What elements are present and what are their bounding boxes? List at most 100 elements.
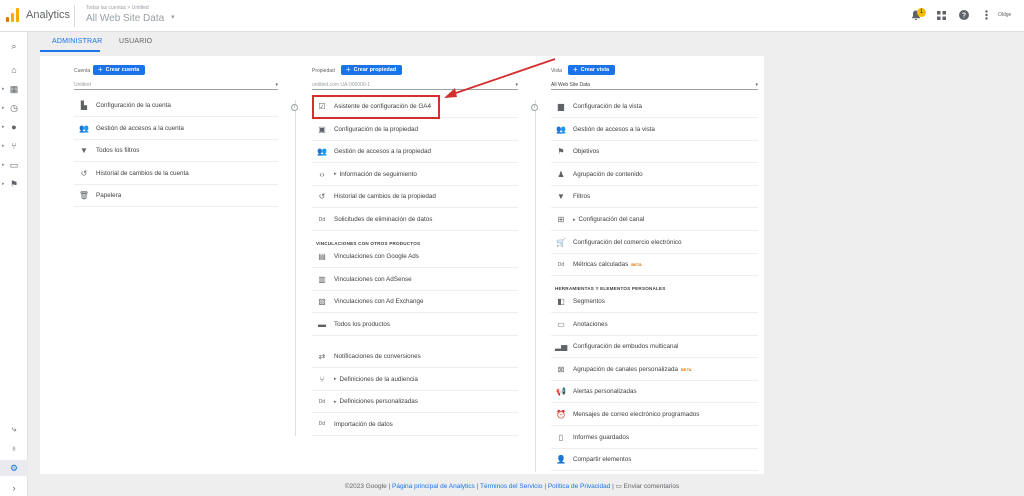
- help-icon[interactable]: ?: [958, 9, 970, 21]
- list-item-label: Objetivos: [573, 148, 600, 156]
- bar-chart-icon: ▂▅: [555, 342, 568, 352]
- list-item[interactable]: 👤 Compartir elementos: [551, 449, 758, 472]
- more-vert-icon[interactable]: [980, 9, 992, 21]
- create-account-button[interactable]: + Crear cuenta: [93, 65, 146, 75]
- dd-icon: Dd: [318, 398, 326, 405]
- list-item[interactable]: ‹› ▸ Información de seguimiento: [312, 164, 518, 186]
- adexchange-icon: ▧: [318, 297, 326, 307]
- column-divider: [295, 100, 296, 436]
- dashboard-icon[interactable]: ▸ ▦: [0, 81, 28, 97]
- feedback-link[interactable]: Enviar comentarios: [624, 483, 680, 490]
- left-nav: ⌕ ⌂ ▸ ▦ ▸ ◷ ▸ ● ▸ ⑂ ▸ ▭ ▸ ⚑ ⤷ ♁ ⚙ ›: [0, 32, 28, 496]
- list-item-label: Importación de datos: [334, 420, 393, 428]
- analytics-home-link[interactable]: Página principal de Analytics: [392, 483, 475, 490]
- list-item[interactable]: ▧ Vinculaciones con Ad Exchange: [312, 291, 518, 314]
- dd-icon: Dd: [318, 216, 326, 223]
- tab-usuario[interactable]: USUARIO: [119, 38, 152, 45]
- list-item[interactable]: 👥 Gestión de accesos a la cuenta: [74, 118, 278, 140]
- code-icon: ‹›: [319, 169, 325, 179]
- collapse-icon[interactable]: ‹: [531, 104, 538, 111]
- clock-icon[interactable]: ▸ ◷: [0, 100, 28, 116]
- list-item-label: Informes guardados: [573, 433, 630, 441]
- dd-icon: Dd: [557, 261, 565, 268]
- list-item[interactable]: ▥ Vinculaciones con AdSense: [312, 269, 518, 291]
- search-icon[interactable]: ⌕: [0, 38, 28, 54]
- link-icon[interactable]: ⤷: [0, 421, 28, 437]
- account-selector[interactable]: Untitled ▾: [74, 80, 278, 90]
- list-item-label: Notificaciones de conversiones: [334, 353, 421, 360]
- list-item-label: Configuración del canal: [578, 216, 645, 223]
- view-selector[interactable]: All Web Site Data: [86, 13, 164, 24]
- adsense-icon: ▥: [318, 274, 326, 284]
- list-item-label: Configuración del comercio electrónico: [573, 238, 682, 246]
- list-item[interactable]: Dd ▸ Definiciones personalizadas: [312, 391, 518, 414]
- branch-icon[interactable]: ▸ ⑂: [0, 138, 28, 154]
- list-item[interactable]: ▤ Vinculaciones con Google Ads: [312, 246, 518, 268]
- app-title[interactable]: Analytics: [26, 9, 70, 21]
- list-item[interactable]: ◧ Segmentos: [551, 291, 758, 313]
- highlight-box: [312, 95, 440, 119]
- list-item[interactable]: Dd Importación de datos: [312, 414, 518, 436]
- window-icon: ▣: [318, 124, 326, 134]
- saved-report-icon: ▯: [558, 432, 564, 442]
- flag-icon[interactable]: ▸ ⚑: [0, 176, 28, 192]
- display-icon[interactable]: ▸ ▭: [0, 157, 28, 173]
- plus-icon: +: [573, 65, 578, 74]
- analytics-logo-icon[interactable]: [6, 8, 20, 22]
- account-path[interactable]: Todas las cuentas > Untitled: [86, 5, 149, 11]
- notification-badge: 1: [917, 8, 926, 17]
- list-item[interactable]: ⏰ Mensajes de correo electrónico programa…: [551, 404, 758, 426]
- list-item[interactable]: ↺ Historial de cambios de la cuenta: [74, 163, 278, 185]
- gear-icon[interactable]: ⚙: [0, 460, 28, 476]
- list-item[interactable]: ▼ Todos los filtros: [74, 140, 278, 163]
- list-item[interactable]: Dd Métricas calculadas BETA: [551, 254, 758, 277]
- create-view-button[interactable]: + Crear vista: [568, 65, 616, 75]
- list-item[interactable]: ⊞ ▸ Configuración del canal: [551, 209, 758, 231]
- apps-icon[interactable]: [935, 9, 947, 21]
- terms-link[interactable]: Términos del Servicio: [480, 483, 543, 490]
- list-item[interactable]: 👥 Gestión de accesos a la vista: [551, 119, 758, 141]
- list-item[interactable]: 📢 Alertas personalizadas: [551, 381, 758, 404]
- list-item[interactable]: ⚑ Objetivos: [551, 141, 758, 164]
- tab-administrar[interactable]: ADMINISTRAR: [52, 38, 102, 45]
- person-walk-icon: ♟: [557, 169, 565, 179]
- create-property-button[interactable]: + Crear propiedad: [341, 65, 403, 75]
- plus-icon: +: [98, 65, 103, 74]
- feedback-icon[interactable]: ▭: [616, 483, 622, 490]
- footer: ©2023 Google | Página principal de Analy…: [344, 483, 680, 490]
- list-item[interactable]: ⑂ ▸ Definiciones de la audiencia: [312, 369, 518, 391]
- list-item[interactable]: ▆ Configuración de la vista: [551, 96, 758, 118]
- list-item[interactable]: 🗑 Papelera: [74, 185, 278, 208]
- channel-icon: ⊞: [557, 215, 565, 224]
- view-column-selector[interactable]: All Web Site Data ▾: [551, 80, 758, 90]
- annotation-icon: ▭: [557, 319, 565, 329]
- list-item[interactable]: ▯ Informes guardados: [551, 427, 758, 449]
- chevron-down-icon[interactable]: ▾: [171, 13, 175, 21]
- list-item[interactable]: 👥 Gestión de accesos a la propiedad: [312, 141, 518, 164]
- collapse-icon[interactable]: ‹: [291, 104, 298, 111]
- beta-badge: BETA: [631, 262, 642, 268]
- list-item[interactable]: ▣ Configuración de la propiedad: [312, 119, 518, 141]
- list-item-label: Configuración de la cuenta: [96, 102, 171, 109]
- list-item[interactable]: ▬ Todos los productos: [312, 314, 518, 336]
- list-item-label: Información de seguimiento: [339, 170, 417, 178]
- list-item[interactable]: Dd Solicitudes de eliminación de datos: [312, 209, 518, 231]
- history-icon: ↺: [318, 192, 326, 202]
- list-item[interactable]: 🛒 Configuración del comercio electrónico: [551, 232, 758, 254]
- list-item[interactable]: ▂▅ Configuración de embudos multicanal: [551, 336, 758, 359]
- expand-arrow-icon: ▸: [334, 171, 337, 178]
- list-item[interactable]: ⊠ Agrupación de canales personalizada BETA: [551, 359, 758, 381]
- list-item[interactable]: ▼ Filtros: [551, 186, 758, 209]
- list-item[interactable]: ⇄ Notificaciones de conversiones: [312, 346, 518, 368]
- list-item-label: Agrupación de contenido: [573, 170, 643, 178]
- user-name[interactable]: Oldge: [998, 12, 1011, 18]
- list-item[interactable]: ↺ Historial de cambios de la propiedad: [312, 186, 518, 209]
- home-icon[interactable]: ⌂: [0, 62, 28, 78]
- list-item[interactable]: ♟ Agrupación de contenido: [551, 164, 758, 186]
- list-item-label: Métricas calculadas: [573, 261, 629, 269]
- list-item[interactable]: ▙ Configuración de la cuenta: [74, 95, 278, 117]
- person-icon[interactable]: ▸ ●: [0, 119, 28, 135]
- lightbulb-icon[interactable]: ♁: [0, 440, 28, 456]
- privacy-link[interactable]: Política de Privacidad: [548, 483, 611, 490]
- list-item[interactable]: ▭ Anotaciones: [551, 314, 758, 336]
